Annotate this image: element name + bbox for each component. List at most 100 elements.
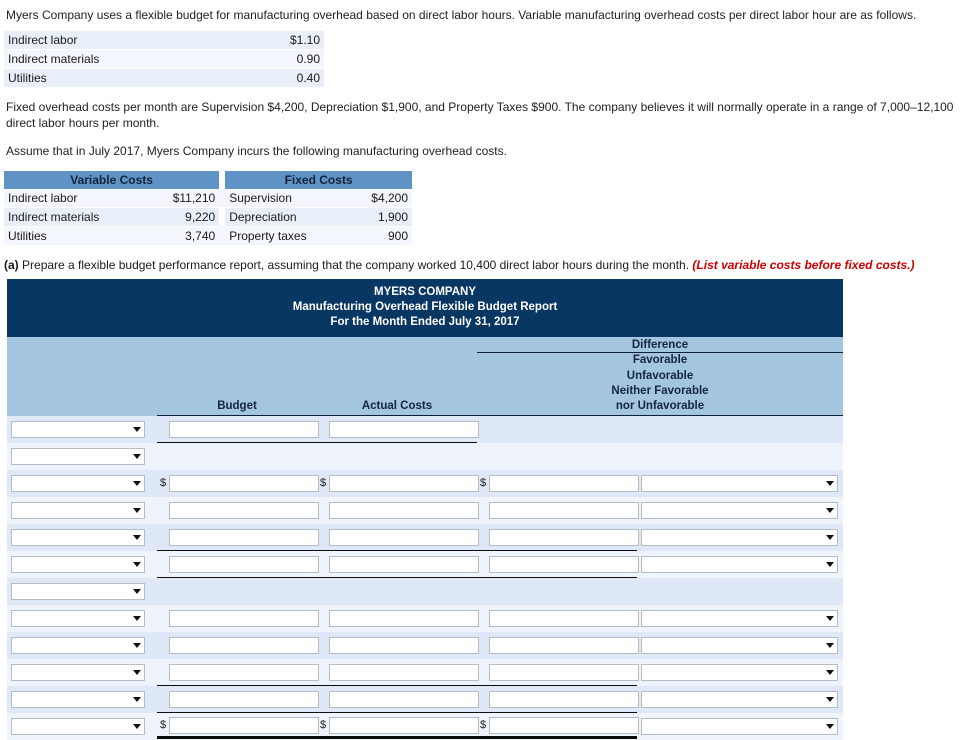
chevron-down-icon <box>129 638 144 653</box>
actual-costs-input[interactable] <box>329 528 479 546</box>
budget-column-header: Budget <box>157 352 317 417</box>
actual-costs-input[interactable] <box>329 610 479 628</box>
difference-input[interactable] <box>489 528 639 546</box>
budget-cell: $ <box>157 713 319 740</box>
favorable-unfavorable-select-wrap <box>637 632 843 659</box>
budget-wrap: $ <box>157 470 319 497</box>
budget-input[interactable] <box>169 637 319 655</box>
fu-header-line-1: Favorable <box>632 354 688 367</box>
difference-wrap: $ <box>477 687 639 713</box>
line-item-select-cell <box>7 497 157 525</box>
variable-rate-table: Indirect labor $1.10 Indirect materials 0.9… <box>4 31 324 89</box>
budget-cell: $ <box>157 551 319 579</box>
line-item-select[interactable] <box>11 718 145 736</box>
line-item-select[interactable] <box>11 556 145 574</box>
actual-costs-cell: $ <box>317 497 479 525</box>
line-item-select-cell <box>7 524 157 552</box>
actual-costs-cell: $ <box>317 524 479 552</box>
budget-wrap: $ <box>157 605 319 632</box>
report-row: $$$ <box>7 524 844 552</box>
budget-wrap: $ <box>157 525 319 551</box>
chevron-down-icon <box>129 719 144 734</box>
line-item-select-cell <box>7 415 157 444</box>
favorable-unfavorable-select-cell <box>637 497 844 525</box>
actual-costs-wrap: $ <box>317 497 479 524</box>
budget-input[interactable] <box>169 716 319 734</box>
budget-cell: $ <box>157 415 319 444</box>
actual-costs-cell: $ <box>317 415 479 444</box>
difference-input[interactable] <box>489 716 639 734</box>
difference-input[interactable] <box>489 502 639 520</box>
report-row: $$$ <box>7 659 844 687</box>
favorable-unfavorable-select[interactable] <box>641 556 839 574</box>
part-a-hint: (List variable costs before fixed costs.… <box>692 257 915 272</box>
favorable-unfavorable-select-wrap <box>637 713 843 740</box>
difference-input[interactable] <box>489 690 639 708</box>
dollar-sign: $ <box>480 718 487 731</box>
dollar-sign: $ <box>160 718 167 731</box>
difference-wrap: $ <box>477 632 639 659</box>
actual-costs-input[interactable] <box>329 502 479 520</box>
actual-costs-wrap: $ <box>317 687 479 713</box>
favorable-unfavorable-select[interactable] <box>641 718 839 736</box>
line-item-select[interactable] <box>11 691 145 709</box>
line-item-select[interactable] <box>11 502 145 520</box>
difference-input[interactable] <box>489 475 639 493</box>
line-item-select[interactable] <box>11 610 145 628</box>
favorable-unfavorable-select[interactable] <box>641 691 839 709</box>
favorable-unfavorable-select[interactable] <box>641 502 839 520</box>
actual-costs-input[interactable] <box>329 555 479 573</box>
actual-costs-input[interactable] <box>329 475 479 493</box>
rate-value: $1.10 <box>235 31 324 51</box>
difference-input[interactable] <box>489 637 639 655</box>
part-a-label: (a) <box>4 257 19 272</box>
line-item-select[interactable] <box>11 421 145 439</box>
budget-input[interactable] <box>169 502 319 520</box>
favorable-unfavorable-select-cell <box>637 605 844 633</box>
costs-table-header-row: Variable Costs Fixed Costs <box>4 170 412 189</box>
chevron-down-icon <box>129 611 144 626</box>
line-item-select[interactable] <box>11 475 145 493</box>
favorable-unfavorable-select[interactable] <box>641 610 839 628</box>
favorable-unfavorable-select[interactable] <box>641 529 839 547</box>
actual-costs-input[interactable] <box>329 637 479 655</box>
actual-costs-input[interactable] <box>329 690 479 708</box>
budget-input[interactable] <box>169 420 319 438</box>
budget-cell <box>157 578 317 606</box>
line-item-select[interactable] <box>11 583 145 601</box>
fixed-cost-value: $4,200 <box>347 188 412 208</box>
intro-paragraph-1: Myers Company uses a flexible budget for… <box>6 8 917 22</box>
difference-cell: $ <box>477 713 639 740</box>
difference-input[interactable] <box>489 663 639 681</box>
budget-wrap: $ <box>157 687 319 713</box>
line-item-select[interactable] <box>11 529 145 547</box>
budget-input[interactable] <box>169 690 319 708</box>
chevron-down-icon <box>129 584 144 599</box>
budget-cell: $ <box>157 470 319 498</box>
difference-cell <box>477 443 637 471</box>
budget-input[interactable] <box>169 528 319 546</box>
actual-costs-input[interactable] <box>329 716 479 734</box>
difference-column-title: Difference <box>477 337 844 354</box>
budget-input[interactable] <box>169 663 319 681</box>
budget-cell: $ <box>157 605 319 633</box>
favorable-unfavorable-select[interactable] <box>641 664 839 682</box>
line-item-select-cell <box>7 659 157 687</box>
dollar-sign: $ <box>320 477 327 490</box>
actual-costs-input[interactable] <box>329 663 479 681</box>
line-item-select[interactable] <box>11 637 145 655</box>
chevron-down-icon <box>822 611 837 626</box>
budget-input[interactable] <box>169 555 319 573</box>
budget-input[interactable] <box>169 475 319 493</box>
chevron-down-icon <box>129 530 144 545</box>
favorable-unfavorable-select[interactable] <box>641 637 839 655</box>
line-item-select[interactable] <box>11 664 145 682</box>
actual-costs-input[interactable] <box>329 420 479 438</box>
budget-input[interactable] <box>169 610 319 628</box>
difference-input[interactable] <box>489 555 639 573</box>
line-item-select[interactable] <box>11 448 145 466</box>
dollar-sign: $ <box>480 477 487 490</box>
favorable-unfavorable-select[interactable] <box>641 475 839 493</box>
variable-cost-label: Indirect materials <box>4 207 147 227</box>
difference-input[interactable] <box>489 610 639 628</box>
